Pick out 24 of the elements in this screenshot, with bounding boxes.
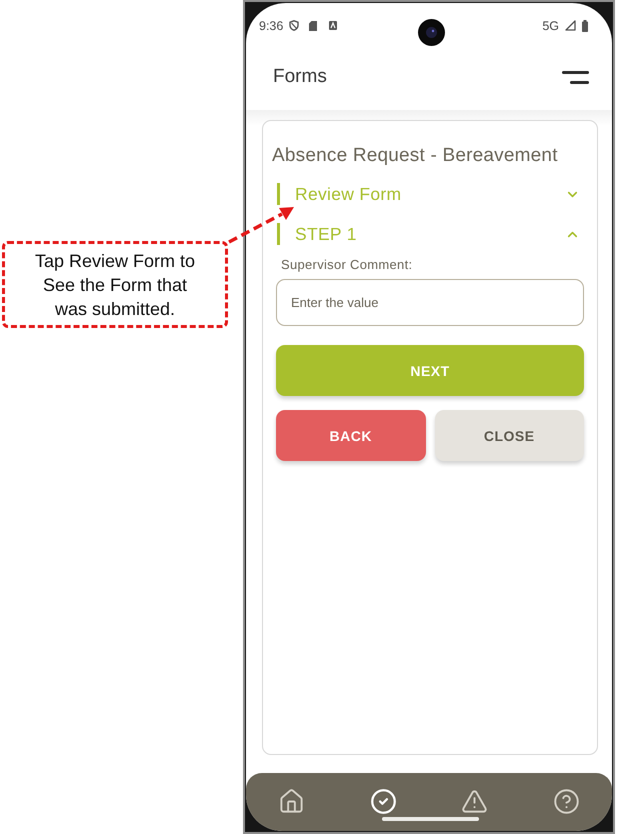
signal-icon <box>565 20 576 31</box>
page-title: Forms <box>273 66 327 88</box>
input-field[interactable]: Enter the value <box>276 279 584 326</box>
back-button[interactable]: BACK <box>276 410 426 461</box>
close-button[interactable]: CLOSE <box>434 410 584 461</box>
next-button[interactable]: NEXT <box>276 345 584 396</box>
shield-icon <box>289 20 300 31</box>
help-icon <box>552 788 580 814</box>
field-label: Supervisor Comment: <box>281 257 414 273</box>
form-title: Absence Request - Bereavement <box>272 144 559 168</box>
status-time: 9:36 <box>259 18 284 32</box>
menu-icon[interactable] <box>562 70 589 84</box>
accordion-header[interactable]: STEP 1 <box>277 223 584 245</box>
camera-lens-icon <box>418 19 445 46</box>
accordion-header[interactable]: Review Form <box>277 183 584 205</box>
callout-arrow <box>228 207 294 244</box>
network-label: 5G <box>542 18 559 32</box>
warning-icon <box>461 788 488 814</box>
notification-app-icon <box>329 21 338 30</box>
check-circle-icon <box>370 788 397 814</box>
battery-icon <box>582 20 588 32</box>
home-icon <box>278 788 306 814</box>
sd-card-icon <box>309 20 318 30</box>
callout-note: Tap Review Form to See the Form that was submitted. <box>2 241 228 328</box>
